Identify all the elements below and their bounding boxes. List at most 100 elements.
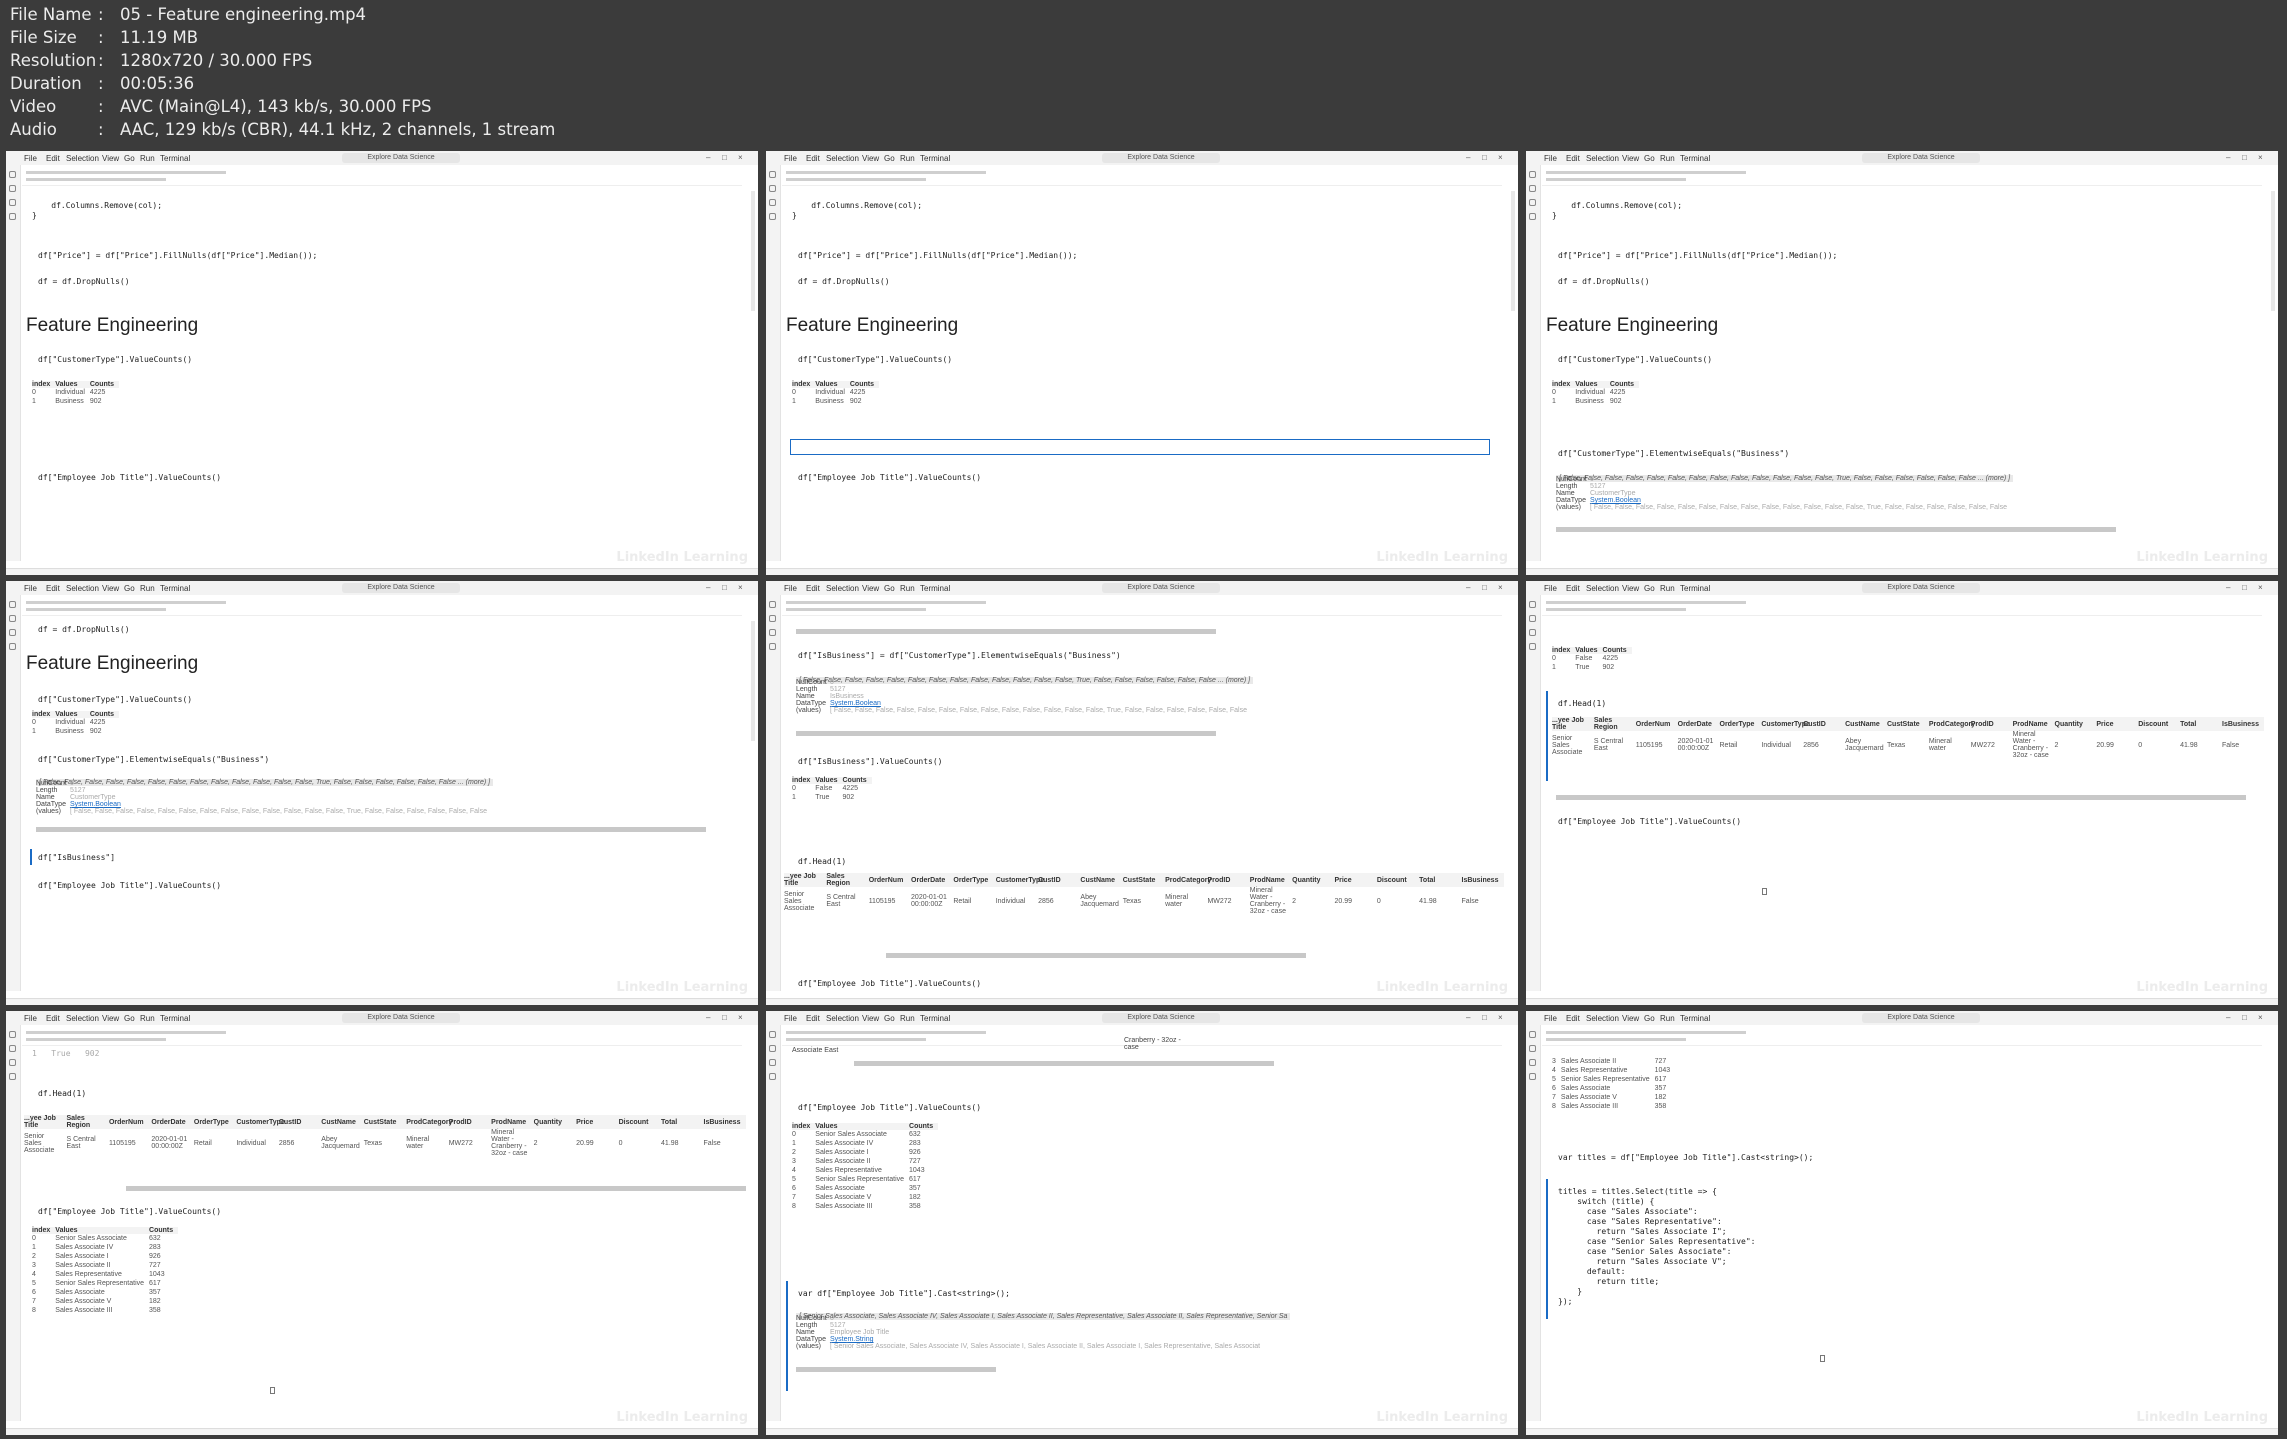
explorer-icon[interactable] — [9, 1031, 16, 1038]
extensions-icon[interactable] — [1529, 643, 1536, 650]
menu-file[interactable]: File — [1544, 154, 1557, 163]
maximize-icon[interactable]: □ — [2242, 153, 2247, 162]
menu-run[interactable]: Run — [1660, 584, 1675, 593]
search-icon[interactable] — [1529, 185, 1536, 192]
minimize-icon[interactable]: – — [706, 153, 710, 162]
code-cell-fillnulls[interactable]: df["Price"] = df["Price"].FillNulls(df["… — [1558, 251, 1837, 261]
code-cell-isbusiness-assign[interactable]: df["IsBusiness"] = df["CustomerType"].El… — [798, 651, 1121, 661]
menu-go[interactable]: Go — [1644, 154, 1655, 163]
horizontal-scrollbar[interactable] — [1556, 795, 2246, 800]
horizontal-scrollbar[interactable] — [126, 1186, 746, 1191]
extensions-icon[interactable] — [9, 643, 16, 650]
minimize-icon[interactable]: – — [706, 583, 710, 592]
menu-file[interactable]: File — [24, 1014, 37, 1023]
close-icon[interactable]: × — [1498, 583, 1503, 592]
menu-selection[interactable]: Selection — [826, 584, 859, 593]
code-line[interactable]: df.Columns.Remove(col); — [1552, 201, 1682, 211]
command-center-title[interactable]: Explore Data Science — [1862, 153, 1980, 163]
search-icon[interactable] — [9, 185, 16, 192]
menu-file[interactable]: File — [784, 154, 797, 163]
menu-edit[interactable]: Edit — [806, 584, 820, 593]
search-icon[interactable] — [1529, 615, 1536, 622]
search-icon[interactable] — [9, 615, 16, 622]
maximize-icon[interactable]: □ — [1482, 1013, 1487, 1022]
minimize-icon[interactable]: – — [2226, 583, 2230, 592]
close-icon[interactable]: × — [738, 153, 743, 162]
close-icon[interactable]: × — [738, 1013, 743, 1022]
code-cell-employee-valuecounts[interactable]: df["Employee Job Title"].ValueCounts() — [38, 473, 221, 483]
menu-edit[interactable]: Edit — [46, 154, 60, 163]
source-control-icon[interactable] — [769, 199, 776, 206]
code-cell-fillnulls[interactable]: df["Price"] = df["Price"].FillNulls(df["… — [798, 251, 1077, 261]
horizontal-scrollbar[interactable] — [796, 731, 1216, 736]
extensions-icon[interactable] — [1529, 1073, 1536, 1080]
minimize-icon[interactable]: – — [1466, 1013, 1470, 1022]
menu-go[interactable]: Go — [1644, 1014, 1655, 1023]
horizontal-scrollbar[interactable] — [36, 827, 706, 832]
maximize-icon[interactable]: □ — [2242, 1013, 2247, 1022]
code-cell-dropnulls[interactable]: df = df.DropNulls() — [38, 625, 130, 635]
menu-file[interactable]: File — [1544, 584, 1557, 593]
menu-view[interactable]: View — [1622, 154, 1639, 163]
horizontal-scrollbar[interactable] — [1556, 527, 2116, 532]
menu-file[interactable]: File — [24, 154, 37, 163]
search-icon[interactable] — [769, 185, 776, 192]
close-icon[interactable]: × — [2258, 1013, 2263, 1022]
menu-view[interactable]: View — [862, 584, 879, 593]
menu-edit[interactable]: Edit — [806, 154, 820, 163]
menu-selection[interactable]: Selection — [66, 154, 99, 163]
command-center-title[interactable]: Explore Data Science — [342, 583, 460, 593]
menu-terminal[interactable]: Terminal — [160, 584, 190, 593]
menu-edit[interactable]: Edit — [46, 1014, 60, 1023]
source-control-icon[interactable] — [1529, 629, 1536, 636]
close-icon[interactable]: × — [738, 583, 743, 592]
horizontal-scrollbar[interactable] — [854, 1061, 1274, 1066]
datatype-link[interactable]: System.Boolean — [830, 700, 881, 707]
minimize-icon[interactable]: – — [2226, 153, 2230, 162]
explorer-icon[interactable] — [1529, 171, 1536, 178]
command-center-title[interactable]: Explore Data Science — [1102, 583, 1220, 593]
code-cell-dropnulls[interactable]: df = df.DropNulls() — [38, 277, 130, 287]
maximize-icon[interactable]: □ — [1482, 153, 1487, 162]
menu-selection[interactable]: Selection — [66, 584, 99, 593]
source-control-icon[interactable] — [1529, 199, 1536, 206]
code-cell-employee-valuecounts[interactable]: df["Employee Job Title"].ValueCounts() — [798, 979, 981, 989]
code-cell-customertype-valuecounts[interactable]: df["CustomerType"].ValueCounts() — [1558, 355, 1712, 365]
datatype-link[interactable]: System.String — [830, 1336, 874, 1343]
menu-edit[interactable]: Edit — [1566, 1014, 1580, 1023]
search-icon[interactable] — [9, 1045, 16, 1052]
menu-file[interactable]: File — [784, 1014, 797, 1023]
code-cell-fillnulls[interactable]: df["Price"] = df["Price"].FillNulls(df["… — [38, 251, 317, 261]
menu-edit[interactable]: Edit — [1566, 584, 1580, 593]
code-cell-isbusiness-editing[interactable]: df["IsBusiness"] — [38, 853, 115, 863]
source-control-icon[interactable] — [769, 629, 776, 636]
menu-view[interactable]: View — [102, 584, 119, 593]
explorer-icon[interactable] — [1529, 601, 1536, 608]
search-icon[interactable] — [769, 1045, 776, 1052]
menu-run[interactable]: Run — [140, 1014, 155, 1023]
command-center-title[interactable]: Explore Data Science — [1102, 153, 1220, 163]
menu-run[interactable]: Run — [900, 1014, 915, 1023]
scrollbar[interactable] — [1511, 191, 1515, 311]
code-line[interactable]: } — [1552, 211, 1557, 221]
menu-view[interactable]: View — [102, 1014, 119, 1023]
menu-file[interactable]: File — [1544, 1014, 1557, 1023]
code-line[interactable]: df.Columns.Remove(col); — [792, 201, 922, 211]
code-cell-customertype-valuecounts[interactable]: df["CustomerType"].ValueCounts() — [38, 695, 192, 705]
code-cell-employee-valuecounts[interactable]: df["Employee Job Title"].ValueCounts() — [1558, 817, 1741, 827]
maximize-icon[interactable]: □ — [722, 153, 727, 162]
menu-run[interactable]: Run — [900, 154, 915, 163]
menu-selection[interactable]: Selection — [1586, 154, 1619, 163]
code-line[interactable]: } — [32, 211, 37, 221]
menu-selection[interactable]: Selection — [1586, 584, 1619, 593]
menu-edit[interactable]: Edit — [46, 584, 60, 593]
code-cell-employee-valuecounts[interactable]: df["Employee Job Title"].ValueCounts() — [798, 1103, 981, 1113]
source-control-icon[interactable] — [9, 629, 16, 636]
code-cell-dropnulls[interactable]: df = df.DropNulls() — [798, 277, 890, 287]
maximize-icon[interactable]: □ — [722, 1013, 727, 1022]
source-control-icon[interactable] — [1529, 1059, 1536, 1066]
explorer-icon[interactable] — [9, 171, 16, 178]
explorer-icon[interactable] — [1529, 1031, 1536, 1038]
menu-terminal[interactable]: Terminal — [160, 154, 190, 163]
extensions-icon[interactable] — [769, 1073, 776, 1080]
